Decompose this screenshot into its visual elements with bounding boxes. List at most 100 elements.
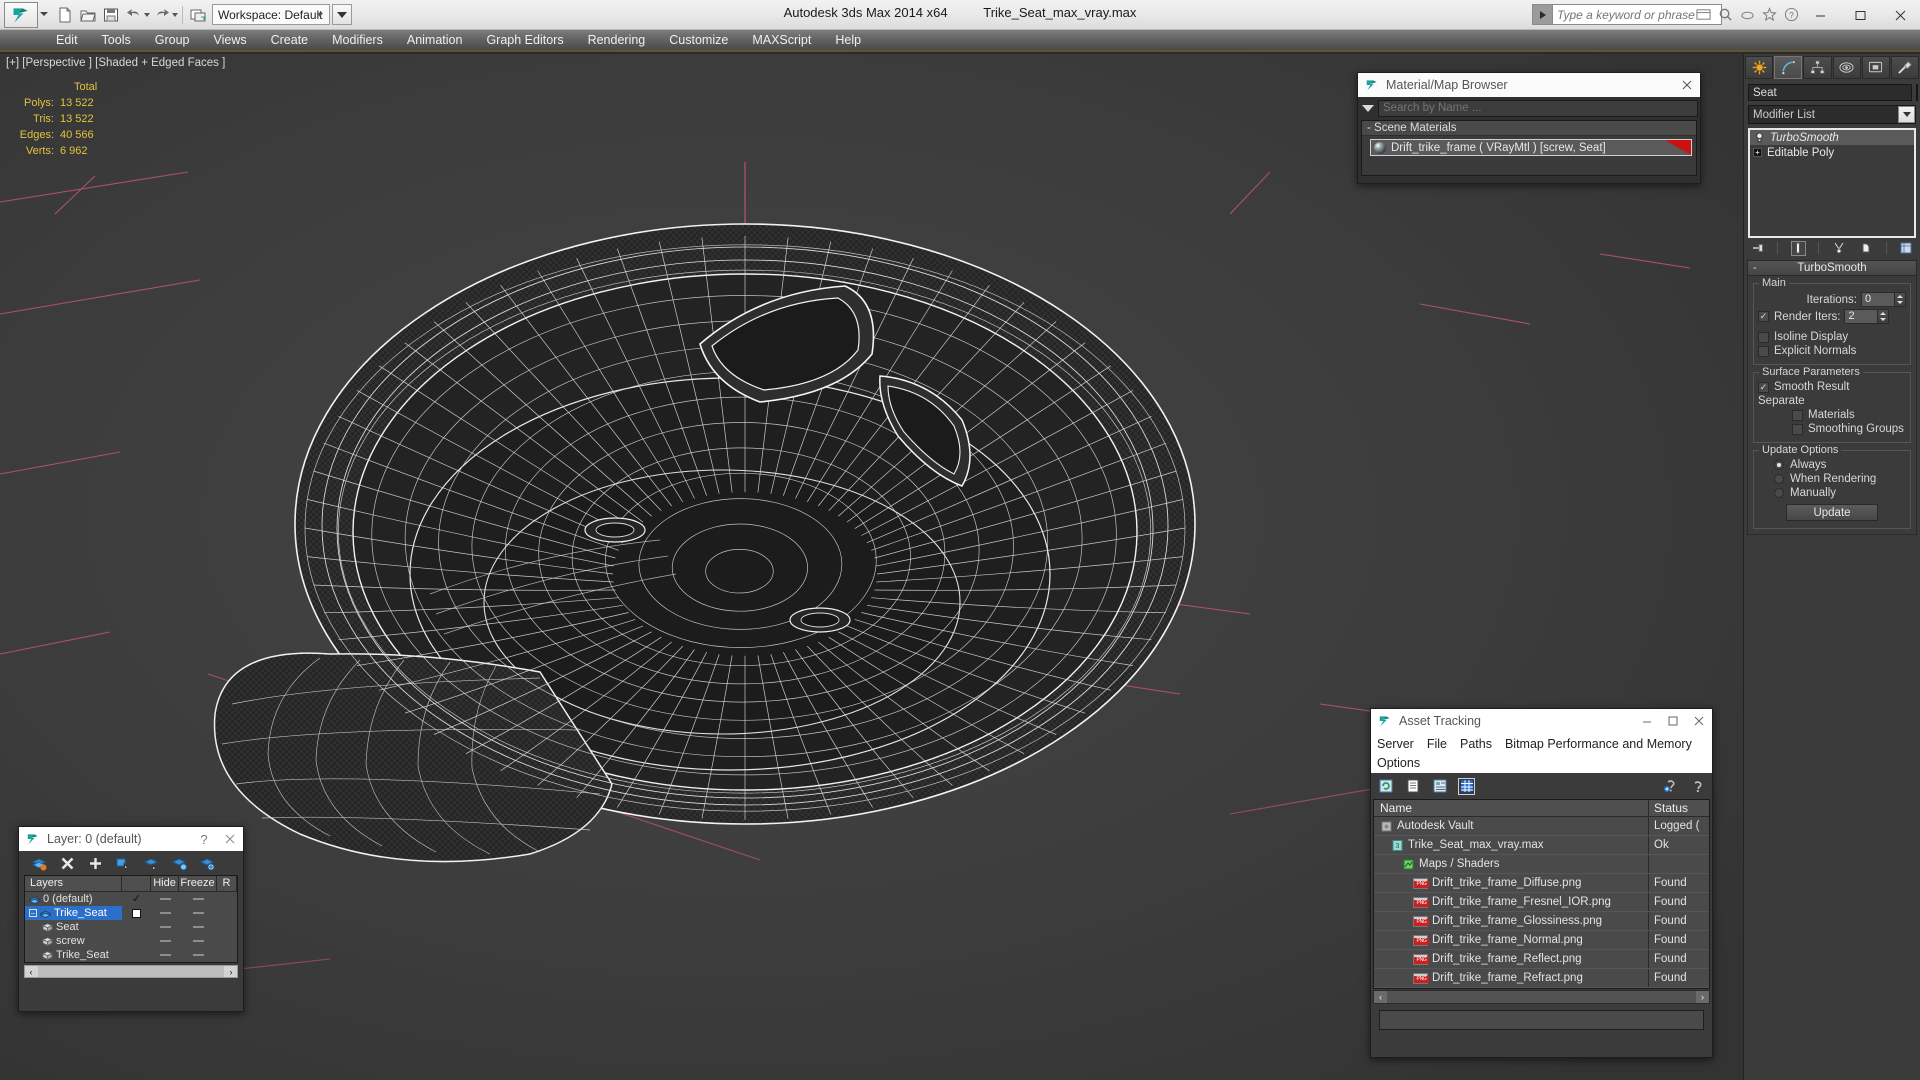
layer-freeze-cell[interactable] <box>179 920 217 934</box>
render-iters-checkbox[interactable] <box>1758 311 1769 322</box>
spinner-arrows-icon[interactable] <box>1878 309 1890 324</box>
iterations-value[interactable]: 0 <box>1861 292 1895 307</box>
3ds-max-logo[interactable] <box>4 2 38 28</box>
scrollbar-thumb[interactable] <box>38 966 224 977</box>
make-unique-icon[interactable] <box>1831 241 1846 256</box>
layer-hide-cell[interactable] <box>151 934 179 948</box>
search-icon[interactable] <box>1716 5 1734 23</box>
remove-modifier-icon[interactable] <box>1858 241 1873 256</box>
workspace-dropdown-button[interactable] <box>332 4 352 25</box>
always-radio[interactable] <box>1774 460 1784 470</box>
search-submit-button[interactable] <box>1532 4 1552 25</box>
collapse-box-icon[interactable]: – <box>29 909 37 917</box>
collapse-icon[interactable]: - <box>1753 262 1757 274</box>
menu-item-customize[interactable]: Customize <box>657 31 740 49</box>
asset-table-row[interactable]: Drift_trike_frame_Reflect.png Found <box>1374 950 1709 969</box>
layer-render-cell[interactable] <box>217 892 237 906</box>
close-button[interactable] <box>1880 0 1920 30</box>
asset-table-row[interactable]: Maps / Shaders <box>1374 855 1709 874</box>
delete-layer-icon[interactable] <box>31 855 48 872</box>
menu-item-group[interactable]: Group <box>143 31 202 49</box>
new-file-icon[interactable] <box>54 4 76 26</box>
maximize-button[interactable] <box>1840 0 1880 30</box>
menu-item-create[interactable]: Create <box>259 31 321 49</box>
asset-menu-options[interactable]: Options <box>1377 754 1420 773</box>
layer-horizontal-scrollbar[interactable]: ‹ › <box>24 965 238 978</box>
asset-table-row[interactable]: 3 Trike_Seat_max_vray.max Ok <box>1374 836 1709 855</box>
display-tab[interactable] <box>1861 56 1890 79</box>
menu-item-animation[interactable]: Animation <box>395 31 475 49</box>
scroll-right-icon[interactable]: › <box>225 966 237 977</box>
minimize-button[interactable] <box>1634 709 1660 733</box>
open-file-icon[interactable] <box>77 4 99 26</box>
close-button[interactable] <box>217 827 243 851</box>
new-layer-icon[interactable] <box>87 855 104 872</box>
maximize-button[interactable] <box>1660 709 1686 733</box>
close-button[interactable] <box>1686 709 1712 733</box>
chevron-down-icon[interactable] <box>1362 104 1374 112</box>
modifier-stack[interactable]: TurboSmooth + Editable Poly <box>1748 128 1916 238</box>
menu-item-maxscript[interactable]: MAXScript <box>740 31 823 49</box>
asset-table-row[interactable]: Drift_trike_frame_Normal.png Found <box>1374 931 1709 950</box>
help-add-icon[interactable] <box>1662 778 1679 795</box>
utilities-tab[interactable] <box>1890 56 1920 79</box>
layer-current-cell[interactable] <box>122 934 151 948</box>
asset-table[interactable]: Name Status Autodesk Vault Logged (3 Trike… <box>1373 799 1710 989</box>
list-view-icon[interactable] <box>1404 778 1421 795</box>
create-tab[interactable] <box>1745 56 1774 79</box>
layer-current-cell[interactable] <box>122 920 151 934</box>
layer-dialog-window[interactable]: Layer: 0 (default) ? Layers Hide Freeze … <box>18 826 244 1012</box>
column-header-freeze[interactable]: Freeze <box>179 876 217 891</box>
layer-name-cell[interactable]: Trike_Seat <box>25 948 122 962</box>
asset-table-row[interactable]: Autodesk Vault Logged ( <box>1374 817 1709 836</box>
scroll-right-icon[interactable]: › <box>1696 991 1709 1003</box>
layer-properties-icon[interactable] <box>199 855 216 872</box>
infocenter-icon[interactable] <box>1694 5 1712 23</box>
asset-menu-file[interactable]: File <box>1427 735 1447 754</box>
detail-view-icon[interactable] <box>1431 778 1448 795</box>
column-header-hide[interactable]: Hide <box>151 876 179 891</box>
layer-current-cell[interactable] <box>122 948 151 962</box>
asset-menu-server[interactable]: Server <box>1377 735 1414 754</box>
rollout-header[interactable]: - TurboSmooth <box>1748 261 1916 276</box>
render-iters-spinner[interactable]: 2 <box>1844 309 1890 324</box>
asset-tracking-window[interactable]: Asset Tracking Server File Paths Bitmap Per… <box>1370 708 1713 1058</box>
layer-freeze-cell[interactable] <box>179 948 217 962</box>
redo-dropdown-icon[interactable] <box>172 13 178 17</box>
layer-name-cell[interactable]: screw <box>25 934 122 948</box>
object-name-field[interactable] <box>1748 84 1912 101</box>
layer-current-cell[interactable] <box>122 906 151 920</box>
layer-freeze-cell[interactable] <box>179 934 217 948</box>
column-header-render[interactable]: R <box>217 876 237 891</box>
separate-materials-checkbox[interactable] <box>1792 409 1803 421</box>
isoline-display-checkbox[interactable] <box>1758 331 1769 343</box>
undo-icon[interactable] <box>123 4 145 26</box>
layer-table[interactable]: Layers Hide Freeze R 0 (default) ✓ – Trike_… <box>24 875 238 963</box>
asset-table-row[interactable]: Drift_trike_frame_Fresnel_IOR.png Found <box>1374 893 1709 912</box>
favorites-star-icon[interactable] <box>1760 5 1778 23</box>
select-objects-in-layer-icon[interactable] <box>143 855 160 872</box>
layer-current-cell[interactable]: ✓ <box>122 892 151 906</box>
modifier-stack-item-editable-poly[interactable]: + Editable Poly <box>1750 145 1914 160</box>
asset-menu-paths[interactable]: Paths <box>1460 735 1492 754</box>
asset-table-row[interactable]: Drift_trike_frame_Diffuse.png Found <box>1374 874 1709 893</box>
hierarchy-tab[interactable] <box>1803 56 1832 79</box>
pin-stack-icon[interactable] <box>1750 241 1765 256</box>
layer-hide-cell[interactable] <box>151 920 179 934</box>
save-file-icon[interactable] <box>100 4 122 26</box>
layer-table-row[interactable]: Seat <box>25 920 237 934</box>
layer-render-cell[interactable] <box>217 948 237 962</box>
explicit-normals-checkbox[interactable] <box>1758 345 1769 357</box>
scroll-left-icon[interactable]: ‹ <box>1374 991 1387 1003</box>
menu-item-help[interactable]: Help <box>823 31 873 49</box>
manually-radio[interactable] <box>1774 488 1784 498</box>
mmb-list[interactable]: - Scene Materials Drift_trike_frame ( VR… <box>1361 120 1697 176</box>
redo-icon[interactable] <box>151 4 173 26</box>
column-header-current[interactable] <box>122 876 151 891</box>
help-button[interactable]: ? <box>191 827 217 851</box>
column-header-layers[interactable]: Layers <box>25 876 122 891</box>
modifier-stack-item-turbosmooth[interactable]: TurboSmooth <box>1750 130 1914 145</box>
layer-name-cell[interactable]: Seat <box>25 920 122 934</box>
minimize-button[interactable] <box>1800 0 1840 30</box>
update-option-manually[interactable]: Manually <box>1758 487 1906 499</box>
